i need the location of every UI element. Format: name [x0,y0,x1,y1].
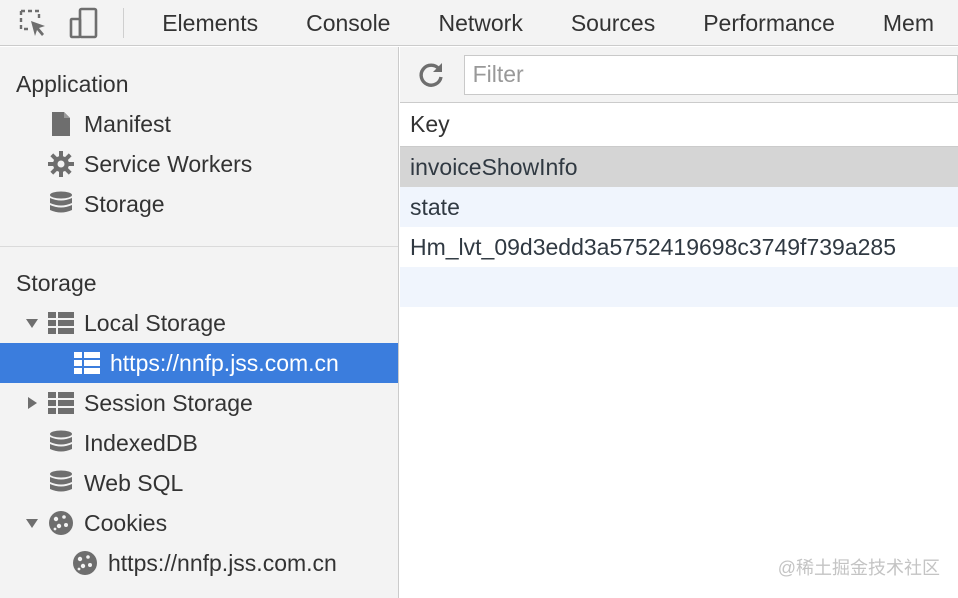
filter-input[interactable] [463,54,958,95]
sidebar-item-local-storage-origin[interactable]: https://nnfp.jss.com.cn [0,343,398,383]
sidebar-item-local-storage[interactable]: Local Storage [0,303,398,343]
sidebar-item-session-storage[interactable]: Session Storage [0,383,398,423]
device-toolbar-icon[interactable] [68,6,102,40]
sidebar-item-label: Cookies [84,509,168,536]
database-icon [48,191,74,217]
grid-table-icon [48,390,74,416]
table-row[interactable]: Hm_lvt_09d3edd3a5752419698c3749f739a285 [400,227,958,267]
gear-icon [48,151,74,177]
sidebar-item-label: https://nnfp.jss.com.cn [108,549,337,576]
sidebar-item-cookies[interactable]: Cookies [0,503,398,543]
tab-network[interactable]: Network [414,0,546,45]
sidebar-item-manifest[interactable]: Manifest [0,104,398,144]
sidebar-item-label: Local Storage [84,309,226,336]
application-section-title: Application [16,71,129,97]
storage-table-pane: Key invoiceShowInfo state Hm_lvt_09d3edd… [400,47,958,598]
sidebar-item-storage[interactable]: Storage [0,184,398,224]
triangle-right-icon[interactable] [24,395,40,411]
grid-table-icon [74,350,100,376]
refresh-icon[interactable] [414,58,448,92]
application-sidebar: Application Manifest Service Workers Sto… [0,47,399,598]
devtools-tab-bar: Elements Console Network Sources Perform… [0,0,958,46]
tab-sources[interactable]: Sources [547,0,679,45]
tab-memory[interactable]: Mem [859,0,958,45]
section-divider [0,246,398,247]
document-icon [48,111,74,137]
inspect-element-icon[interactable] [16,6,50,40]
sidebar-item-label: Web SQL [84,469,184,496]
tab-console[interactable]: Console [282,0,414,45]
toolbar-separator [123,7,125,38]
table-row[interactable]: state [400,187,958,227]
sidebar-item-service-workers[interactable]: Service Workers [0,144,398,184]
triangle-down-icon[interactable] [24,315,40,331]
filter-toolbar [400,47,958,103]
sidebar-item-label: Service Workers [84,150,253,177]
tab-performance[interactable]: Performance [679,0,859,45]
column-header-key[interactable]: Key [400,103,958,147]
cookie-icon [48,510,74,536]
sidebar-item-cookies-origin[interactable]: https://nnfp.jss.com.cn [0,543,398,583]
grid-table-icon [48,310,74,336]
sidebar-item-label: Session Storage [84,389,253,416]
sidebar-item-label: Storage [84,190,165,217]
sidebar-item-label: Manifest [84,110,171,137]
cookie-icon [72,550,98,576]
sidebar-item-label: https://nnfp.jss.com.cn [110,349,339,376]
sidebar-item-indexeddb[interactable]: IndexedDB [0,423,398,463]
database-icon [48,430,74,456]
triangle-down-icon[interactable] [24,515,40,531]
storage-section-title: Storage [16,270,97,296]
table-row-empty [400,267,958,307]
table-row[interactable]: invoiceShowInfo [400,147,958,187]
sidebar-item-label: IndexedDB [84,429,198,456]
sidebar-item-websql[interactable]: Web SQL [0,463,398,503]
database-icon [48,470,74,496]
tab-elements[interactable]: Elements [138,0,282,45]
watermark: @稀土掘金技术社区 [777,558,940,578]
